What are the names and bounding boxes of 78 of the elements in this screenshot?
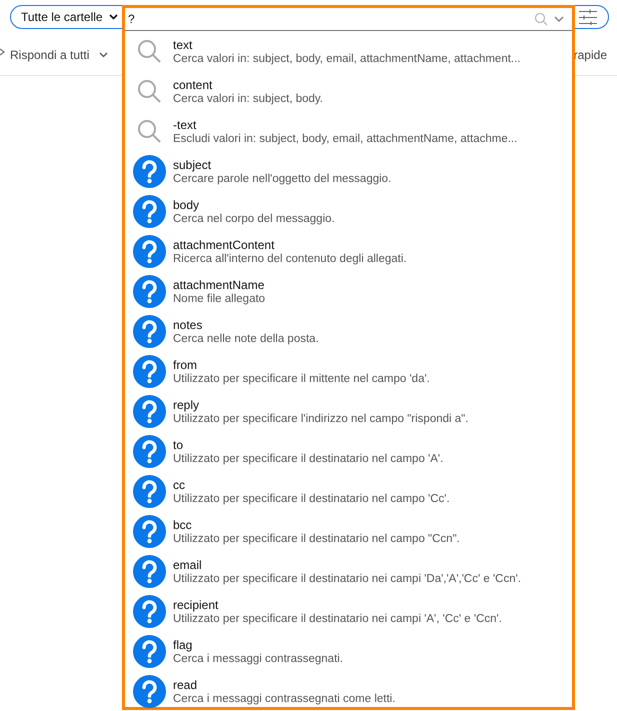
help-icon [132,634,166,668]
suggestion-title: email [173,558,203,572]
help-icon [132,514,166,548]
suggestion-item[interactable]: cc Utilizzato per specificare il destinatario nel campo 'Cc'. [125,471,572,511]
suggestion-title: subject [173,158,212,172]
suggestion-title: read [173,678,198,692]
suggestion-title: flag [173,638,194,652]
help-icon [132,594,166,628]
suggestion-item[interactable]: email Utilizzato per specificare il destinatario nei campi 'Da','A','Cc' e 'Ccn'. [125,551,572,591]
caret-icon [108,14,118,20]
caret-icon [99,52,108,58]
help-icon [132,394,166,428]
help-icon [132,474,166,508]
help-icon [132,354,166,388]
caret-icon[interactable] [554,16,564,22]
suggestion-title: bcc [173,518,193,532]
suggestion-item[interactable]: attachmentContent Ricerca all'interno del contenuto degli allegati. [125,231,572,271]
suggestion-item[interactable]: bcc Utilizzato per specificare il destinatario nel campo "Ccn". [125,511,572,551]
suggestion-item[interactable]: subject Cercare parole nell'oggetto del messaggio. [125,151,572,191]
suggestion-title: from [173,358,198,372]
suggestion-item[interactable]: content Cerca valori in: subject, body. [125,71,572,111]
toolbar-label[interactable]: rapide [574,48,607,62]
help-icon [132,194,166,228]
suggestion-item[interactable]: flag Cerca i messaggi contrassegnati. [125,631,572,671]
suggestion-description: Cerca valori in: subject, body. [173,92,323,104]
suggestion-description: Utilizzato per specificare il destinatario nei campi 'A', 'Cc' e 'Ccn'. [173,612,502,624]
help-icon [132,434,166,468]
suggestion-description: Utilizzato per specificare il mittente nel campo 'da'. [173,372,430,384]
help-icon [132,234,166,268]
search-icon [136,78,162,104]
suggestion-description: Cerca valori in: subject, body, email, attachmentName, attachment... [173,52,520,64]
suggestion-description: Cercare parole nell'oggetto del messaggio. [173,172,392,184]
suggestion-description: Nome file allegato [173,292,266,304]
search-icon[interactable] [534,12,548,26]
suggestion-item[interactable]: read Cerca i messaggi contrassegnati come letti. [125,671,572,711]
suggestion-description: Cerca i messaggi contrassegnati come letti. [173,692,396,704]
suggestion-item[interactable]: from Utilizzato per specificare il mittente nel campo 'da'. [125,351,572,391]
suggestion-description: Cerca i messaggi contrassegnati. [173,652,344,664]
suggestion-title: content [173,78,214,92]
suggestion-description: Cerca nelle note della posta. [173,332,319,344]
suggestion-title: reply [173,398,200,412]
suggestion-item[interactable]: to Utilizzato per specificare il destinatario nel campo 'A'. [125,431,572,471]
suggestion-item[interactable]: text Cerca valori in: subject, body, email, attachmentName, attachment... [125,31,572,71]
suggestion-title: notes [173,318,204,332]
suggestion-item[interactable]: notes Cerca nelle note della posta. [125,311,572,351]
help-icon [132,314,166,348]
suggestion-item[interactable]: -text Escludi valori in: subject, body, email, attachmentName, attachme... [125,111,572,151]
search-field[interactable]: ? [125,12,534,26]
reply-icon [0,47,6,57]
help-icon [132,674,166,708]
suggestion-description: Cerca nel corpo del messaggio. [173,212,335,224]
suggestion-title: attachmentName [173,278,266,292]
suggestion-title: recipient [173,598,220,612]
reply-all-button[interactable]: Rispondi a tutti [0,48,108,62]
suggestion-title: -text [173,118,198,132]
suggestion-description: Ricerca all'interno del contenuto degli allegati. [173,252,407,264]
suggestion-item[interactable]: body Cerca nel corpo del messaggio. [125,191,572,231]
help-icon [132,154,166,188]
suggestion-item[interactable]: recipient Utilizzato per specificare il destinatario nei campi 'A', 'Cc' e 'Ccn'. [125,591,572,631]
suggestion-title: to [173,438,184,452]
suggestion-title: text [173,38,194,52]
suggestion-description: Utilizzato per specificare il destinatario nel campo 'A'. [173,452,444,464]
suggestion-description: Utilizzato per specificare il destinatario nei campi 'Da','A','Cc' e 'Ccn'. [173,572,522,584]
help-icon [132,274,166,308]
suggestion-title: cc [173,478,186,492]
suggestion-description: Escludi valori in: subject, body, email, attachmentName, attachme... [173,132,518,144]
suggestion-description: Utilizzato per specificare il destinatario nel campo 'Cc'. [173,492,450,504]
suggestion-item[interactable]: attachmentName Nome file allegato [125,271,572,311]
folder-dropdown[interactable]: Tutte le cartelle [11,6,126,28]
help-icon [132,554,166,588]
suggestion-description: Utilizzato per specificare il destinatario nel campo "Ccn". [173,532,460,544]
search-icon [136,38,162,64]
search-icon [136,118,162,144]
suggestion-item[interactable]: reply Utilizzato per specificare l'indirizzo nel campo "rispondi a". [125,391,572,431]
suggestion-title: attachmentContent [173,238,276,252]
suggestion-description: Utilizzato per specificare l'indirizzo nel campo "rispondi a". [173,412,468,424]
suggestion-title: body [173,198,200,212]
filter-icon[interactable] [578,9,598,25]
